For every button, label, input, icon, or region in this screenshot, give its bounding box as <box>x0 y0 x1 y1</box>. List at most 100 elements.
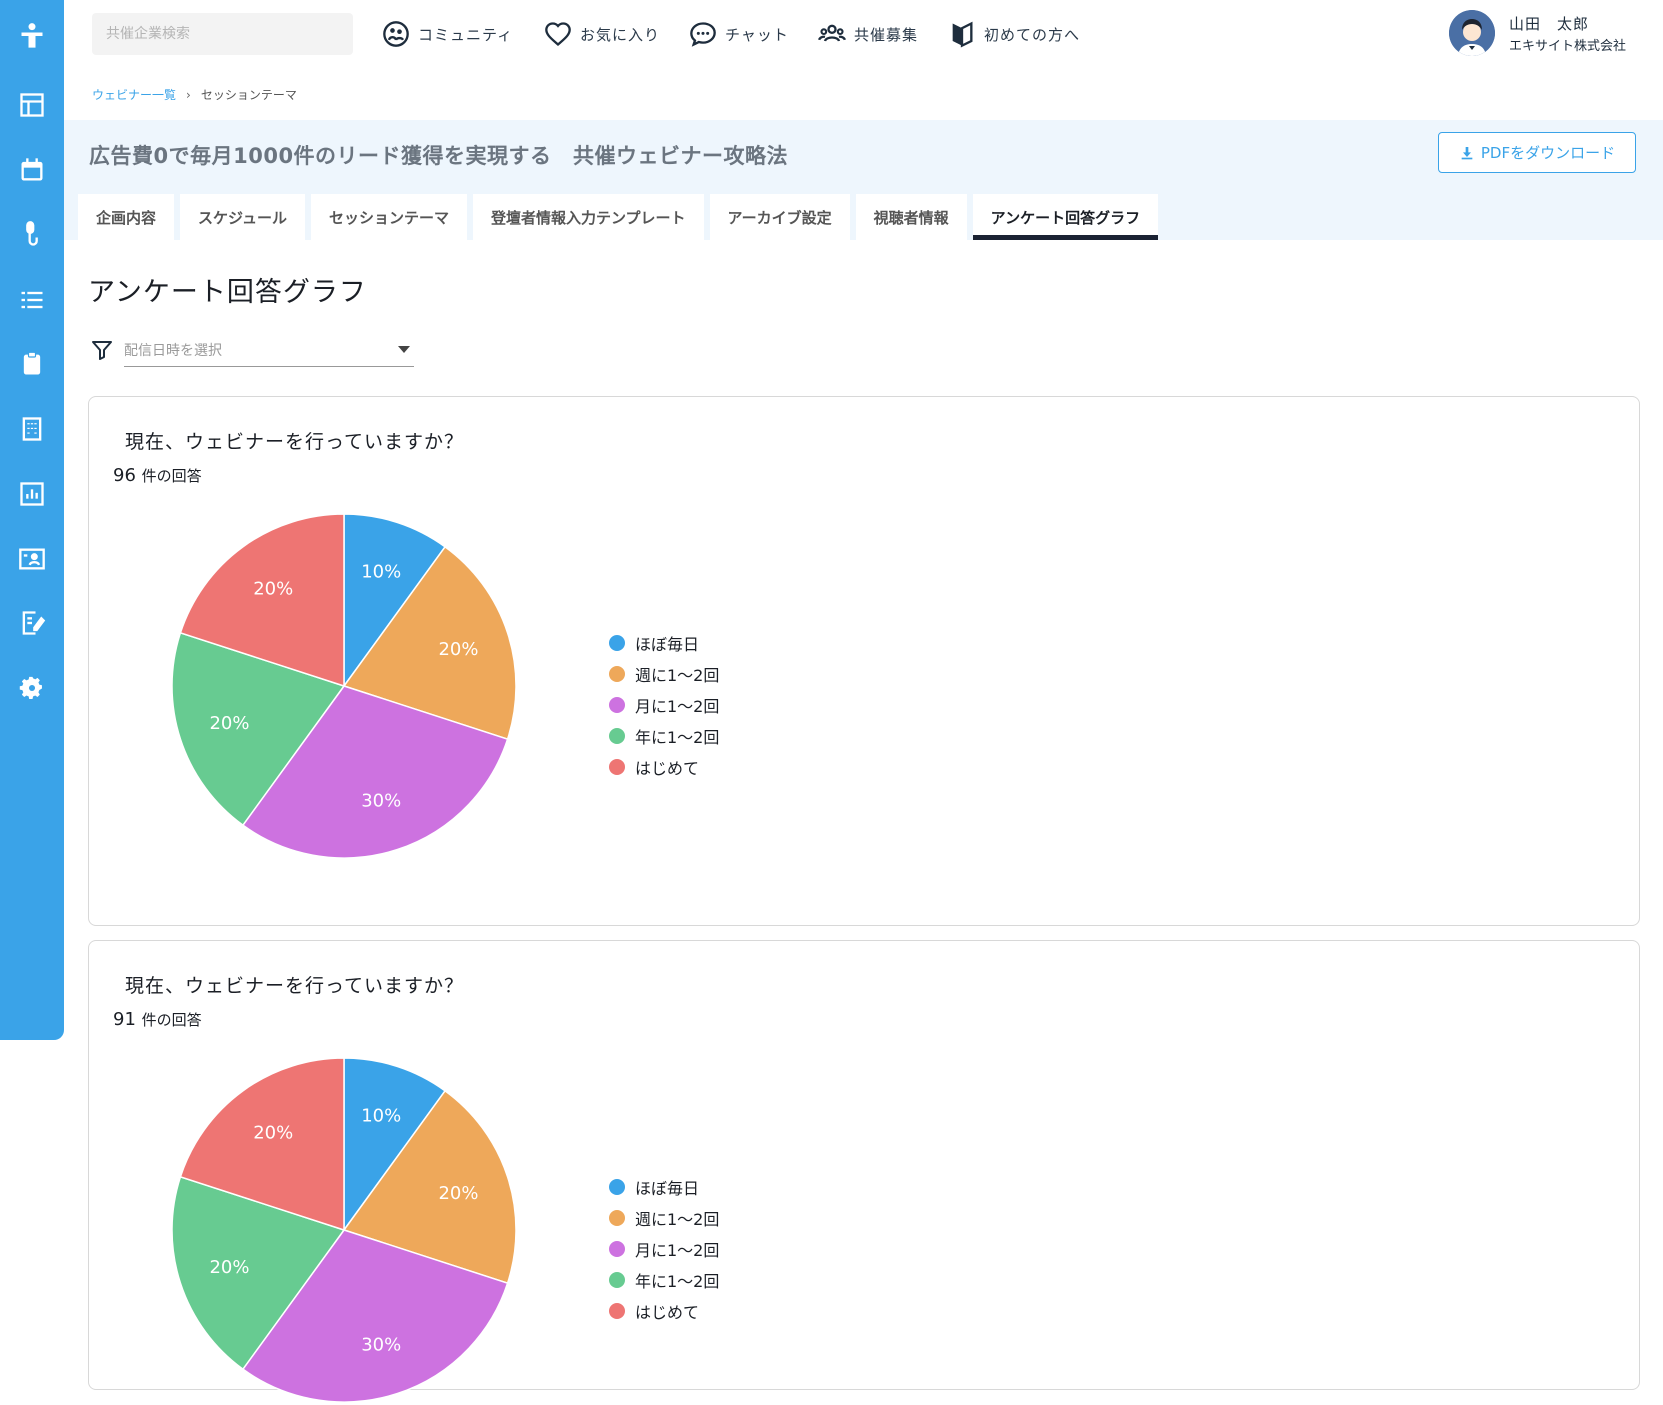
search-input[interactable] <box>92 13 353 55</box>
chevron-right-icon: › <box>186 87 191 102</box>
nav-recruit[interactable]: 共催募集 <box>818 20 918 48</box>
date-select-placeholder: 配信日時を選択 <box>124 342 222 359</box>
legend-item[interactable]: 週に1〜2回 <box>609 658 719 689</box>
gear-icon[interactable] <box>16 672 48 704</box>
sidebar <box>0 0 64 1040</box>
legend-item[interactable]: 月に1〜2回 <box>609 1233 719 1264</box>
user-name: 山田 太郎 <box>1509 14 1590 33</box>
legend-label: 週に1〜2回 <box>635 1209 720 1229</box>
caret-down-icon <box>398 345 410 353</box>
group-icon <box>818 24 846 42</box>
community-icon <box>383 21 409 47</box>
tab-bar: 企画内容 スケジュール セッションテーマ 登壇者情報入力テンプレート アーカイブ… <box>78 194 1159 240</box>
legend-swatch <box>609 1240 625 1257</box>
tab-viewer-info[interactable]: 視聴者情報 <box>855 194 967 240</box>
tab-speaker-template[interactable]: 登壇者情報入力テンプレート <box>472 194 704 240</box>
pie-chart: 10% 20% 30% 20% 20% <box>171 1057 517 1403</box>
legend-item[interactable]: はじめて <box>609 751 719 782</box>
download-icon <box>1461 146 1473 159</box>
beginner-icon <box>952 21 973 48</box>
dashboard-icon[interactable] <box>16 89 48 121</box>
breadcrumb-webinar-list[interactable]: ウェビナー一覧 <box>92 86 176 103</box>
calendar-icon[interactable] <box>16 154 48 186</box>
nav-favorites[interactable]: お気に入り <box>544 20 660 48</box>
response-count-value: 91 <box>113 1009 136 1030</box>
pdf-download-button[interactable]: PDFをダウンロード <box>1438 132 1636 173</box>
legend-item[interactable]: 年に1〜2回 <box>609 1264 719 1295</box>
date-select[interactable]: 配信日時を選択 <box>124 333 414 367</box>
response-count: 91 件の回答 <box>113 1009 202 1030</box>
legend-swatch <box>609 696 625 713</box>
legend-label: 月に1〜2回 <box>635 696 720 716</box>
clipboard-icon[interactable] <box>16 348 48 380</box>
legend-label: 週に1〜2回 <box>635 665 720 685</box>
slice-label: 30% <box>361 791 401 812</box>
legend-swatch <box>609 665 625 682</box>
avatar <box>1449 10 1495 56</box>
legend-item[interactable]: 月に1〜2回 <box>609 689 719 720</box>
page-title: 広告費0で毎月1000件のリード獲得を実現する 共催ウェビナー攻略法 <box>89 144 789 168</box>
legend-label: 年に1〜2回 <box>635 1271 720 1291</box>
slice-label: 10% <box>361 1105 401 1126</box>
legend-swatch <box>609 1271 625 1288</box>
slice-label: 10% <box>361 561 401 582</box>
user-menu[interactable]: 山田 太郎 エキサイト株式会社 <box>1449 10 1626 56</box>
slice-label: 20% <box>209 1257 249 1278</box>
slice-label: 20% <box>253 579 293 600</box>
breadcrumb: ウェビナー一覧 › セッションテーマ <box>92 86 297 103</box>
response-count-value: 96 <box>113 465 136 486</box>
legend-item[interactable]: ほぼ毎日 <box>609 627 719 658</box>
document-edit-icon[interactable] <box>16 607 48 639</box>
title-band: 広告費0で毎月1000件のリード獲得を実現する 共催ウェビナー攻略法 PDFをダ… <box>64 120 1663 240</box>
presentation-icon[interactable] <box>16 543 48 575</box>
date-filter: 配信日時を選択 <box>90 333 414 367</box>
tab-session-theme[interactable]: セッションテーマ <box>310 194 467 240</box>
response-count: 96 件の回答 <box>113 465 202 486</box>
survey-question: 現在、ウェビナーを行っていますか？ <box>125 975 465 997</box>
pdf-download-label: PDFをダウンロード <box>1480 144 1616 162</box>
legend-label: ほぼ毎日 <box>635 1178 700 1198</box>
legend-item[interactable]: ほぼ毎日 <box>609 1171 719 1202</box>
slice-label: 20% <box>209 713 249 734</box>
nav-community-label: コミュニティ <box>418 25 514 44</box>
chart-legend: ほぼ毎日週に1〜2回 月に1〜2回 年に1〜2回はじめて <box>609 627 719 782</box>
legend-item[interactable]: 年に1〜2回 <box>609 720 719 751</box>
legend-swatch <box>609 634 625 651</box>
microphone-icon[interactable] <box>16 218 48 250</box>
legend-item[interactable]: 週に1〜2回 <box>609 1202 719 1233</box>
user-company: エキサイト株式会社 <box>1509 38 1627 54</box>
legend-label: 月に1〜2回 <box>635 1240 720 1260</box>
survey-card: 現在、ウェビナーを行っていますか？ 91 件の回答 10% 20% 30% 20% 20… <box>88 940 1640 1403</box>
chart-legend: ほぼ毎日週に1〜2回 月に1〜2回 年に1〜2回 はじめて <box>609 1171 719 1326</box>
legend-item[interactable]: はじめて <box>609 1295 719 1326</box>
legend-swatch <box>609 1302 625 1319</box>
slice-label: 20% <box>438 1183 478 1204</box>
response-count-unit: 件の回答 <box>141 467 202 485</box>
tab-archive-settings[interactable]: アーカイブ設定 <box>709 194 850 240</box>
legend-label: ほぼ毎日 <box>635 634 700 654</box>
legend-label: 年に1〜2回 <box>635 727 720 747</box>
slice-label: 20% <box>253 1123 293 1144</box>
legend-swatch <box>609 727 625 744</box>
tab-plan[interactable]: 企画内容 <box>78 194 175 240</box>
section-heading: アンケート回答グラフ <box>88 277 367 308</box>
logo-person-icon[interactable] <box>16 20 48 52</box>
legend-label: はじめて <box>635 1302 700 1322</box>
response-count-unit: 件の回答 <box>141 1011 202 1029</box>
list-icon[interactable] <box>16 284 48 316</box>
top-header: コミュニティ お気に入り チャット 共催募集 初めての方へ 山田 太郎 エキサイ… <box>64 0 1663 70</box>
nav-chat-label: チャット <box>725 25 789 44</box>
chart-icon[interactable] <box>16 478 48 510</box>
nav-beginner[interactable]: 初めての方へ <box>948 20 1080 48</box>
legend-swatch <box>609 758 625 775</box>
nav-favorites-label: お気に入り <box>580 25 661 44</box>
filter-icon <box>92 341 112 360</box>
tab-schedule[interactable]: スケジュール <box>180 194 305 240</box>
nav-recruit-label: 共催募集 <box>854 25 919 44</box>
nav-chat[interactable]: チャット <box>689 20 789 48</box>
building-icon[interactable] <box>16 413 48 445</box>
nav-beginner-label: 初めての方へ <box>984 25 1081 44</box>
nav-community[interactable]: コミュニティ <box>382 20 513 48</box>
tab-survey-graph[interactable]: アンケート回答グラフ <box>972 194 1159 240</box>
legend-swatch <box>609 1209 625 1226</box>
